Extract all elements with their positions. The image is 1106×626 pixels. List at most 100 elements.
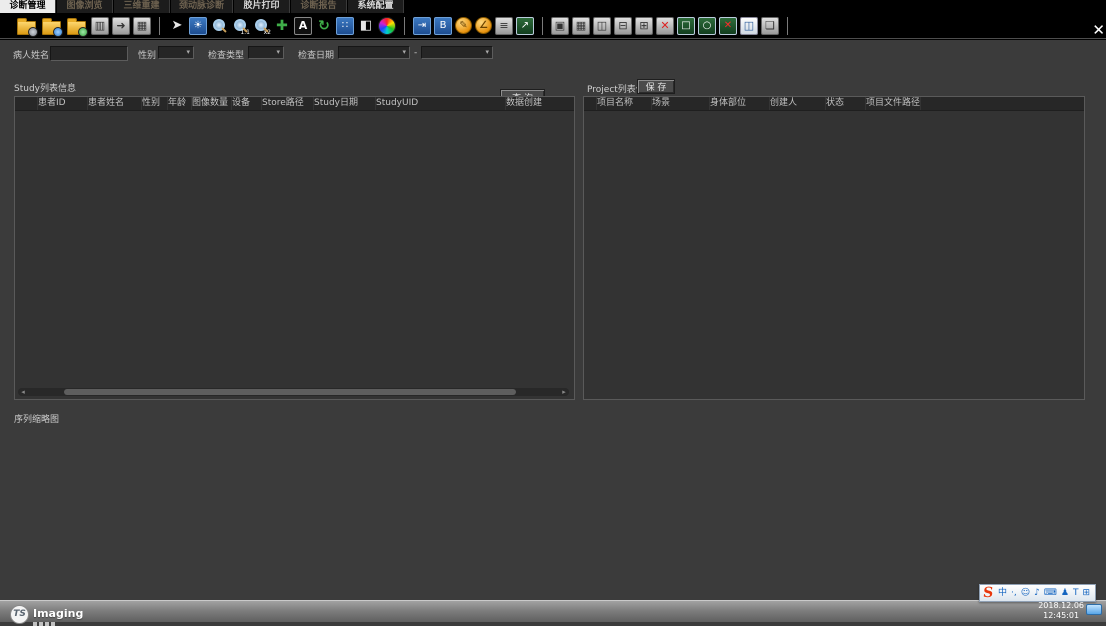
column-image-count[interactable]: 图像数量 [191, 97, 231, 110]
monitor-grid-icon[interactable]: ▣ [551, 17, 569, 35]
exam-type-label: 检查类型 [208, 48, 244, 61]
skin-icon[interactable]: T [1073, 586, 1079, 600]
column-device[interactable]: 设备 [231, 97, 261, 110]
handwriting-icon[interactable]: ♟ [1061, 586, 1069, 600]
top-black-strip: 诊断管理 图像浏览 三维重建 颈动脉诊断 胶片打印 诊断报告 系统配置 ▥ ➜ … [0, 0, 1106, 40]
grid-edit-icon[interactable]: ▦ [572, 17, 590, 35]
column-age[interactable]: 年龄 [167, 97, 191, 110]
zoom-x2-icon[interactable]: x2 [252, 17, 270, 35]
scrollbar-thumb[interactable] [64, 389, 516, 395]
measure-angle-icon[interactable]: ∠ [475, 17, 492, 34]
column-store-path[interactable]: Store路径 [261, 97, 313, 110]
tab-diagnosis-report[interactable]: 诊断报告 [291, 0, 347, 13]
series-stack-icon[interactable]: ❏ [761, 17, 779, 35]
column-scene[interactable]: 场景 [651, 97, 709, 110]
ts-logo-icon: TS [10, 605, 29, 624]
open-folder-query-icon[interactable] [42, 21, 61, 35]
scroll-left-icon[interactable]: ◂ [18, 388, 28, 396]
exam-date-start-select[interactable]: ▾ [338, 46, 410, 59]
export-picture-icon[interactable]: ↗ [516, 17, 534, 35]
zoom-icon[interactable] [210, 17, 228, 35]
column-study-date[interactable]: Study日期 [313, 97, 375, 110]
main-toolbar: ▥ ➜ ▦ ➤ ☀ 1:1 x2 ✚ A ↻ ∷ ◧ ⇥ B ✎ ∠ ≡ ↗ ▣… [0, 13, 1106, 39]
header-spacer [15, 97, 37, 110]
tab-3d-reconstruction[interactable]: 三维重建 [114, 0, 170, 13]
tab-carotid-diagnosis[interactable]: 颈动脉诊断 [171, 0, 233, 13]
date-range-separator: - [414, 48, 417, 58]
main-tab-bar: 诊断管理 图像浏览 三维重建 颈动脉诊断 胶片打印 诊断报告 系统配置 [0, 0, 404, 13]
system-clock[interactable]: 2018.12.06 12:45:01 [1038, 601, 1084, 621]
toolbox-icon[interactable]: ⊞ [1082, 586, 1090, 600]
split-vertical-icon[interactable]: ◫ [593, 17, 611, 35]
archive-box-icon[interactable]: ▦ [133, 17, 151, 35]
app-logo: TS Imaging [10, 602, 83, 626]
image-list-icon[interactable]: ▥ [91, 17, 109, 35]
scroll-right-icon[interactable]: ▸ [559, 388, 569, 396]
header-end-spacer [920, 97, 944, 110]
zoom-1to1-icon[interactable]: 1:1 [231, 17, 249, 35]
send-to-monitor-icon[interactable]: ➜ [112, 17, 130, 35]
column-gender[interactable]: 性别 [141, 97, 167, 110]
column-body-part[interactable]: 身体部位 [709, 97, 769, 110]
chevron-down-icon: ▾ [276, 49, 280, 56]
study-table-header: 患者ID 患者姓名 性别 年龄 图像数量 设备 Store路径 Study日期 … [15, 97, 574, 111]
column-creator[interactable]: 创建人 [769, 97, 825, 110]
open-folder-import-icon[interactable] [67, 21, 86, 35]
pan-move-icon[interactable]: ✚ [273, 17, 291, 35]
roi-ellipse-icon[interactable]: ○ [698, 17, 716, 35]
tab-system-config[interactable]: 系统配置 [348, 0, 404, 13]
gender-select[interactable]: ▾ [158, 46, 194, 59]
punctuation-icon[interactable]: ·, [1011, 586, 1017, 600]
tab-film-print[interactable]: 胶片打印 [234, 0, 290, 13]
text-annotation-icon[interactable]: A [294, 17, 312, 35]
soft-keyboard-icon[interactable]: ⌨ [1044, 586, 1057, 600]
grid-2x2-icon[interactable]: ⊞ [635, 17, 653, 35]
patient-name-input[interactable] [50, 46, 128, 61]
copy-document-icon[interactable]: ≡ [495, 17, 513, 35]
chinese-mode-icon[interactable]: 中 [998, 586, 1007, 600]
exam-type-select[interactable]: ▾ [248, 46, 284, 59]
column-status[interactable]: 状态 [825, 97, 865, 110]
emoji-icon[interactable]: ☺ [1021, 586, 1030, 600]
exam-date-end-select[interactable]: ▾ [421, 46, 493, 59]
input-method-bar: S 中 ·, ☺ ♪ ⌨ ♟ T ⊞ [979, 584, 1096, 602]
split-horizontal-icon[interactable]: ⊟ [614, 17, 632, 35]
gender-label: 性别 [138, 48, 156, 61]
tab-diagnosis-management[interactable]: 诊断管理 [0, 0, 56, 13]
display-image-icon[interactable]: ☀ [189, 17, 207, 35]
roi-rectangle-icon[interactable]: □ [677, 17, 695, 35]
chevron-down-icon: ▾ [186, 49, 190, 56]
toolbar-separator [787, 17, 788, 35]
vertical-panes-icon[interactable]: ◫ [740, 17, 758, 35]
close-icon[interactable]: ✕ [1092, 22, 1105, 38]
show-desktop-button[interactable] [1086, 604, 1102, 615]
grid-clear-icon[interactable]: ✕ [656, 17, 674, 35]
system-date: 2018.12.06 [1038, 601, 1084, 611]
toolbar-separator [542, 17, 543, 35]
tile-layout-icon[interactable]: ∷ [336, 17, 354, 35]
sogou-input-icon[interactable]: S [982, 586, 994, 600]
tab-image-browse[interactable]: 图像浏览 [57, 0, 113, 13]
logo-text: Imaging [33, 607, 83, 620]
invert-contrast-icon[interactable]: ◧ [357, 17, 375, 35]
column-patient-id[interactable]: 患者ID [37, 97, 87, 110]
taskbar[interactable] [0, 600, 1106, 622]
column-project-file-path[interactable]: 项目文件路径 [865, 97, 920, 110]
layout-edit-icon[interactable]: B [434, 17, 452, 35]
measure-draw-icon[interactable]: ✎ [455, 17, 472, 34]
column-data-created[interactable]: 数据创建 [505, 97, 545, 110]
color-palette-icon[interactable] [378, 17, 396, 35]
refresh-icon[interactable]: ↻ [315, 17, 333, 35]
voice-input-icon[interactable]: ♪ [1034, 586, 1040, 600]
study-horizontal-scrollbar[interactable]: ◂ ▸ [18, 388, 569, 396]
column-study-uid[interactable]: StudyUID [375, 97, 505, 110]
roi-delete-icon[interactable]: ✕ [719, 17, 737, 35]
column-patient-name[interactable]: 患者姓名 [87, 97, 141, 110]
column-project-name[interactable]: 项目名称 [596, 97, 651, 110]
toolbar-separator [159, 17, 160, 35]
select-cursor-icon[interactable]: ➤ [168, 17, 186, 35]
layout-export-icon[interactable]: ⇥ [413, 17, 431, 35]
save-button[interactable]: 保 存 [637, 79, 675, 94]
chevron-down-icon: ▾ [402, 49, 406, 56]
open-folder-settings-icon[interactable] [17, 21, 36, 35]
